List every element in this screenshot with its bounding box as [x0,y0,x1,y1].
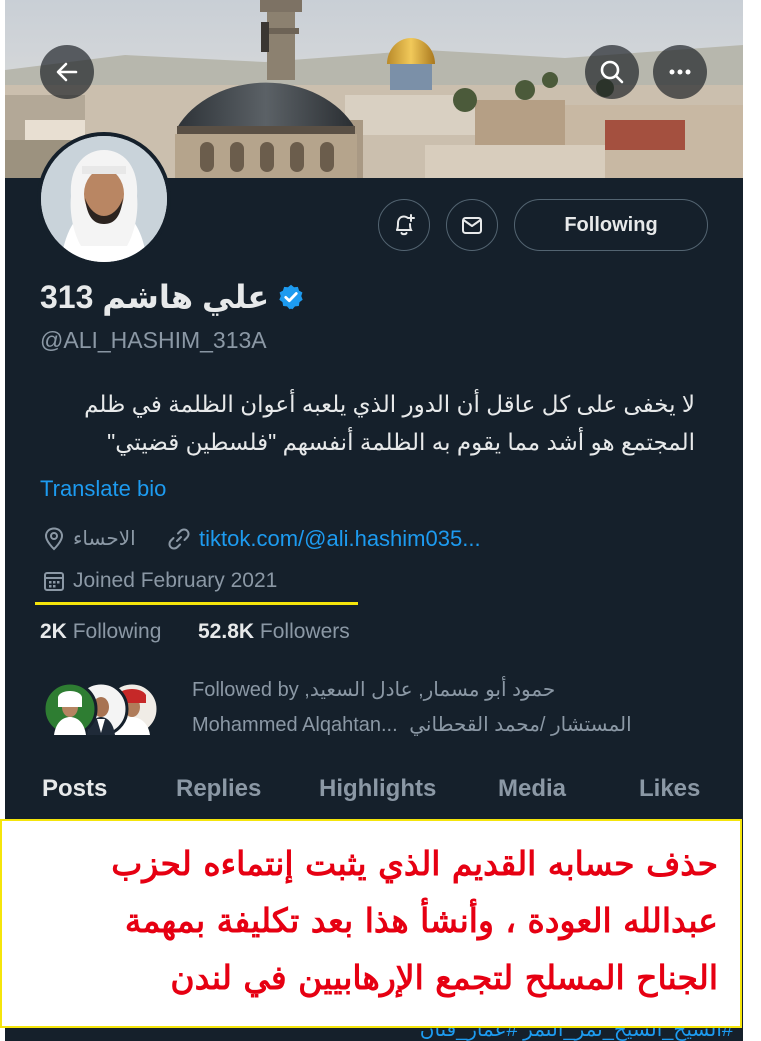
calendar-icon [44,572,64,591]
followers-count-link[interactable]: 52.8K Followers [198,620,350,644]
following-label: Following [72,620,162,643]
tab-media[interactable]: Media [498,775,566,803]
display-name-row: علي هاشم 313 [40,276,305,318]
tab-posts[interactable]: Posts [42,775,107,803]
followers-label: Followers [259,620,350,643]
joined-date: Joined February 2021 [73,569,278,592]
website-row[interactable]: tiktok.com/@ali.hashim035... [167,526,481,552]
mail-icon [462,217,482,234]
following-button[interactable]: Following [514,199,708,251]
annotation-line: الجناح المسلح لتجمع الإرهابيين في لندن [170,958,718,997]
mutual-avatars-image [42,681,160,737]
notifications-button[interactable] [378,199,430,251]
followed-by-name-latin: Mohammed Alqahtan... [192,714,398,736]
joined-underline [35,602,358,605]
bio: لا يخفى على كل عاقل أن الدور الذي يلعبه … [35,385,695,461]
location-text: الاحساء [73,528,136,550]
followers-you-know[interactable]: Followed by حمود أبو مسمار, عادل السعيد,… [40,672,720,742]
tab-replies[interactable]: Replies [176,775,261,803]
bio-line: لا يخفى على كل عاقل أن الدور الذي يلعبه … [84,391,695,417]
bell-plus-icon [396,214,415,236]
location-pin-icon [44,526,64,550]
arrow-left-icon [56,62,78,82]
tab-likes[interactable]: Likes [639,775,700,803]
mutual-avatars [42,681,182,737]
post-preview-text: #الشيخ_الشيخ_نمر_النمر #عمار_قتان [419,1028,733,1041]
followed-by-prefix: Followed by [192,679,299,701]
handle: @ALI_HASHIM_313A [40,327,267,353]
more-horizontal-icon [669,69,691,75]
annotation-box: حذف حسابه القديم الذي يثبت إنتماءه لحزب … [0,819,742,1028]
post-preview-strip: #الشيخ_الشيخ_نمر_النمر #عمار_قتان [5,1028,743,1041]
annotation-line: حذف حسابه القديم الذي يثبت إنتماءه لحزب [111,844,718,883]
annotation-text: حذف حسابه القديم الذي يثبت إنتماءه لحزب … [18,835,718,1006]
avatar[interactable] [37,132,171,266]
website-link[interactable]: tiktok.com/@ali.hashim035... [199,526,481,552]
search-icon [600,60,624,84]
following-count: 2K [40,620,67,643]
more-button[interactable] [653,45,707,99]
back-button[interactable] [40,45,94,99]
search-button[interactable] [585,45,639,99]
followed-by-line2: Mohammed Alqahtan... المستشار /محمد القح… [192,712,632,737]
profile-tabs: Posts Replies Highlights Media Likes [5,765,743,815]
followed-by-name-arabic: المستشار /محمد القحطاني [409,714,632,736]
tab-highlights[interactable]: Highlights [319,775,436,803]
annotation-line: عبدالله العودة ، وأنشأ هذا بعد تكليفة بم… [124,901,718,940]
followers-count: 52.8K [198,620,255,643]
bio-line: المجتمع هو أشد مما يقوم به الظلمة أنفسهم… [107,429,695,455]
followed-by-names: حمود أبو مسمار, عادل السعيد, [304,679,556,701]
avatar-image [41,136,167,262]
translate-bio-link[interactable]: Translate bio [40,476,166,502]
followed-by-line1: Followed by حمود أبو مسمار, عادل السعيد, [192,677,555,702]
message-button[interactable] [446,199,498,251]
location-row: الاحساء [43,526,136,551]
following-count-link[interactable]: 2K Following [40,620,161,644]
display-name: علي هاشم 313 [40,279,270,315]
verified-badge-icon [279,284,303,310]
joined-row: Joined February 2021 [43,569,277,593]
link-icon [168,528,190,550]
